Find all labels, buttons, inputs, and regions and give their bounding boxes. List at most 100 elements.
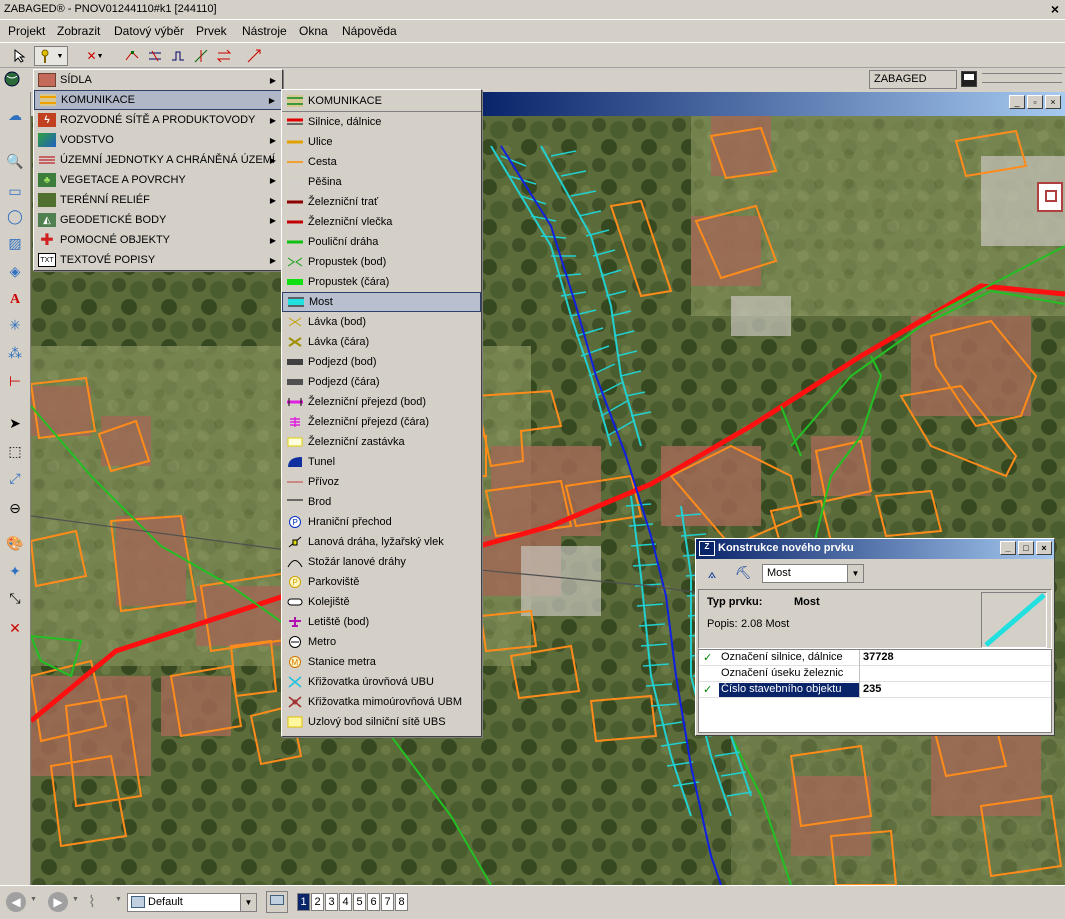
menu-item-rozvodne-site[interactable]: ϟ ROZVODNÉ SÍTĚ A PRODUKTOVODY ▶ (34, 110, 282, 130)
submenu-item[interactable]: Ulice (282, 132, 481, 152)
hatch-tool-icon[interactable]: ▨ (3, 232, 27, 254)
view-number[interactable]: 4 (339, 893, 352, 911)
submenu-item[interactable]: Letiště (bod) (282, 612, 481, 632)
edit-tool-1-icon[interactable] (122, 46, 142, 66)
pointer-icon[interactable]: ➤ (3, 412, 27, 434)
submenu-item[interactable]: Uzlový bod silniční sítě UBS (282, 712, 481, 732)
submenu-item[interactable]: Lávka (bod) (282, 312, 481, 332)
restore-icon[interactable]: ▫ (1027, 95, 1043, 109)
layers-icon[interactable]: ◈ (3, 260, 27, 282)
delete-feature-icon[interactable]: ✕ ▼ (80, 46, 110, 66)
submenu-item[interactable]: Most (282, 292, 481, 312)
search-icon[interactable]: 🔍 (3, 150, 27, 172)
chevron-down-icon[interactable]: ▼ (30, 896, 37, 903)
zoom-window-icon[interactable]: ⤢ (3, 467, 27, 489)
submenu-item[interactable]: Železniční zastávka (282, 432, 481, 452)
submenu-item[interactable]: Silnice, dálnice (282, 112, 481, 132)
submenu-item[interactable]: P Hraniční přechod (282, 512, 481, 532)
hand-tool-icon[interactable]: ☁ (3, 104, 27, 126)
submenu-item[interactable]: Cesta (282, 152, 481, 172)
submenu-item[interactable]: P Parkoviště (282, 572, 481, 592)
menu-item-textove-popisy[interactable]: TXT TEXTOVÉ POPISY ▶ (34, 250, 282, 270)
close-icon[interactable]: × (1051, 1, 1059, 17)
submenu-item[interactable]: Železniční přejezd (bod) (282, 392, 481, 412)
view-number[interactable]: 8 (395, 893, 408, 911)
chevron-down-icon[interactable]: ▼ (72, 896, 79, 903)
maximize-icon[interactable]: □ (1018, 541, 1034, 555)
submenu-item[interactable]: Podjezd (bod) (282, 352, 481, 372)
menu-item-pomocne-objekty[interactable]: ✚ POMOCNÉ OBJEKTY ▶ (34, 230, 282, 250)
map-pin-icon[interactable] (1037, 182, 1063, 212)
attr-row[interactable]: ✓ Označení silnice, dálnice 37728 (699, 650, 1051, 666)
close-icon[interactable]: × (1036, 541, 1052, 555)
submenu-item[interactable]: Křižovatka úrovňová UBU (282, 672, 481, 692)
menu-item-uzemni-jednotky[interactable]: ÚZEMNÍ JEDNOTKY A CHRÁNĚNÁ ÚZEMÍ ▶ (34, 150, 282, 170)
menu-datovy-vyber[interactable]: Datový výběr (114, 24, 184, 38)
save-icon[interactable] (961, 71, 977, 87)
view-number[interactable]: 5 (353, 893, 366, 911)
snap-icon[interactable]: ✳ (3, 314, 27, 336)
forward-icon[interactable]: ▶ (48, 892, 68, 912)
submenu-item[interactable]: M Stanice metra (282, 652, 481, 672)
menu-napoveda[interactable]: Nápověda (342, 24, 397, 38)
menu-okna[interactable]: Okna (299, 24, 328, 38)
vertex-tool-icon[interactable]: ⁂ (3, 342, 27, 364)
new-feature-button[interactable]: ▼ (34, 46, 68, 66)
minimize-icon[interactable]: _ (1009, 95, 1025, 109)
properties-icon[interactable]: ✦ (3, 560, 27, 582)
attr-value[interactable]: 37728 (863, 651, 894, 663)
rectangle-select-icon[interactable]: ⬚ (3, 440, 27, 462)
windows-icon[interactable] (266, 891, 288, 913)
menu-item-geodeticke-body[interactable]: ◭ GEODETICKÉ BODY ▶ (34, 210, 282, 230)
menu-nastroje[interactable]: Nástroje (242, 24, 287, 38)
submenu-item[interactable]: Propustek (čára) (282, 272, 481, 292)
submenu-item[interactable]: Křižovatka mimoúrovňová UBM (282, 692, 481, 712)
back-icon[interactable]: ◀ (6, 892, 26, 912)
close-icon[interactable]: × (1045, 95, 1061, 109)
submenu-item[interactable]: Pouliční dráha (282, 232, 481, 252)
attributes-tool-icon[interactable]: ⛏ (732, 565, 754, 583)
submenu-item[interactable]: Železniční trať (282, 192, 481, 212)
submenu-item[interactable]: Železniční přejezd (čára) (282, 412, 481, 432)
menu-item-vodstvo[interactable]: VODSTVO ▶ (34, 130, 282, 150)
submenu-item[interactable]: Pěšina (282, 172, 481, 192)
view-number[interactable]: 7 (381, 893, 394, 911)
cancel-icon[interactable]: ✕ (3, 617, 27, 639)
chevron-down-icon[interactable]: ▼ (847, 565, 863, 582)
edit-tool-3-icon[interactable] (168, 46, 188, 66)
submenu-item[interactable]: Propustek (bod) (282, 252, 481, 272)
palette-icon[interactable]: 🎨 (3, 532, 27, 554)
text-tool-icon[interactable]: A (3, 287, 27, 309)
feature-type-select[interactable]: Most ▼ (762, 564, 864, 583)
circle-tool-icon[interactable]: ◯ (3, 205, 27, 227)
minimize-icon[interactable]: _ (1000, 541, 1016, 555)
attr-row[interactable]: ✓ Číslo stavebního objektu 235 (699, 682, 1051, 698)
fit-view-icon[interactable]: ⤡ (3, 587, 27, 609)
menu-projekt[interactable]: Projekt (8, 24, 45, 38)
chevron-down-icon[interactable]: ▼ (115, 896, 122, 903)
submenu-item[interactable]: Přívoz (282, 472, 481, 492)
attr-row[interactable]: Označení úseku železnic (699, 666, 1051, 682)
submenu-item[interactable]: Stožár lanové dráhy (282, 552, 481, 572)
submenu-item[interactable]: Tunel (282, 452, 481, 472)
menu-prvek[interactable]: Prvek (196, 24, 227, 38)
menu-zobrazit[interactable]: Zobrazit (57, 24, 100, 38)
submenu-item[interactable]: Metro (282, 632, 481, 652)
view-number[interactable]: 2 (311, 893, 324, 911)
submenu-item[interactable]: Podjezd (čára) (282, 372, 481, 392)
view-number[interactable]: 6 (367, 893, 380, 911)
edit-tool-2-icon[interactable] (145, 46, 165, 66)
edit-tool-4-icon[interactable] (191, 46, 211, 66)
view-number[interactable]: 3 (325, 893, 338, 911)
submenu-item[interactable]: Lanová dráha, lyžařský vlek (282, 532, 481, 552)
submenu-item[interactable]: Lávka (čára) (282, 332, 481, 352)
submenu-item[interactable]: Brod (282, 492, 481, 512)
attr-value[interactable]: 235 (863, 683, 881, 695)
view-number[interactable]: 1 (297, 893, 310, 911)
zoom-out-icon[interactable]: ⊖ (3, 497, 27, 519)
submenu-item[interactable]: Železniční vlečka (282, 212, 481, 232)
menu-item-vegetace[interactable]: ♣ VEGETACE A POVRCHY ▶ (34, 170, 282, 190)
cursor-icon[interactable]: ▭ (3, 180, 27, 202)
view-select[interactable]: Default ▼ (127, 893, 257, 912)
swap-direction-icon[interactable] (214, 46, 234, 66)
